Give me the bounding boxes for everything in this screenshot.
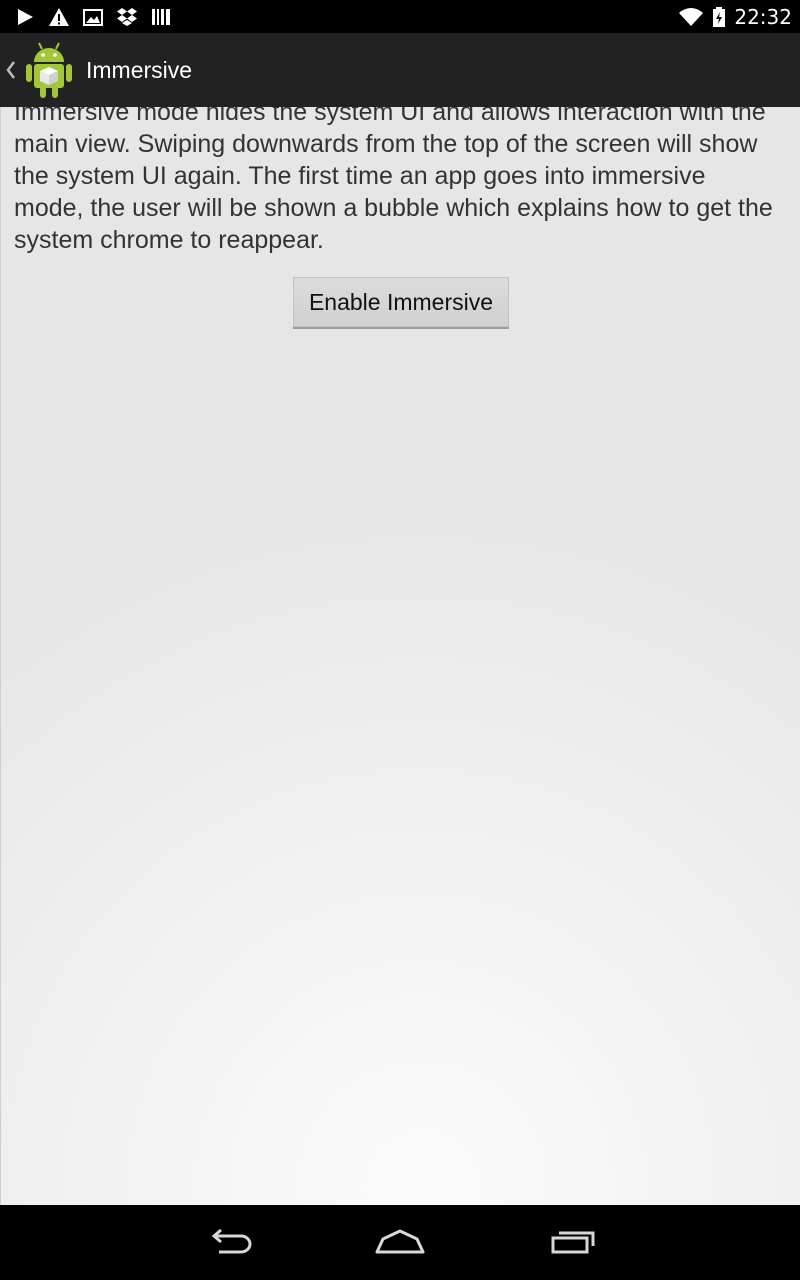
app-title: Immersive — [86, 57, 193, 83]
home-icon[interactable] — [370, 1219, 430, 1263]
play-icon — [14, 6, 36, 28]
dropbox-icon — [116, 6, 138, 28]
image-icon — [82, 6, 104, 28]
recents-icon[interactable] — [542, 1219, 602, 1263]
barcode-icon — [150, 6, 172, 28]
chevron-left-icon — [4, 59, 16, 81]
android-robot-icon — [22, 40, 76, 100]
back-icon[interactable] — [200, 1219, 260, 1263]
system-icons: 22:32 — [678, 4, 792, 30]
battery-icon — [712, 6, 726, 28]
status-bar: 22:32 — [0, 0, 800, 33]
screen: 22:32 Immersive Immersive mode hides the… — [0, 0, 800, 1280]
warning-icon — [48, 6, 70, 28]
notification-icons — [14, 5, 172, 29]
clock: 22:32 — [734, 5, 792, 29]
description-text: Immersive mode hides the system UI and a… — [14, 107, 773, 254]
navigation-bar — [0, 1205, 800, 1280]
main-content: Immersive mode hides the system UI and a… — [0, 107, 800, 1205]
enable-immersive-button[interactable]: Enable Immersive — [293, 277, 509, 329]
wifi-icon — [678, 6, 704, 28]
action-bar: Immersive — [0, 33, 800, 109]
up-button[interactable] — [0, 33, 80, 107]
